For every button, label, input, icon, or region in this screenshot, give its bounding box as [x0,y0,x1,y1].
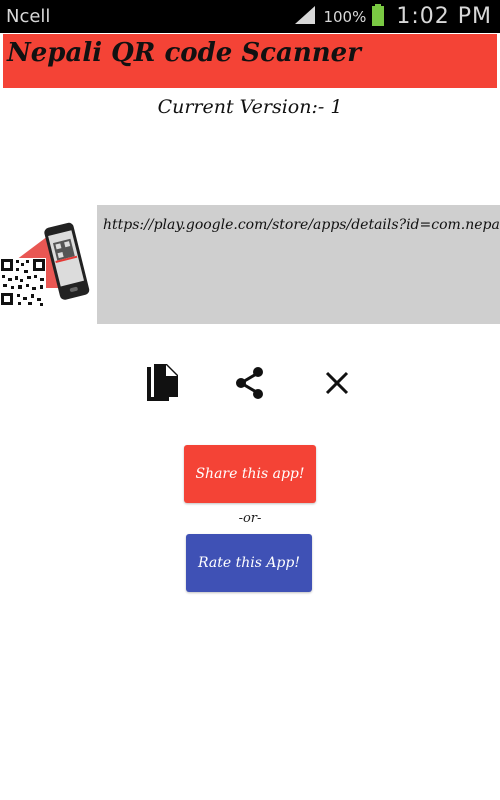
close-icon[interactable] [318,364,356,402]
signal-icon [295,5,317,28]
battery-percent: 100% [323,7,367,26]
scan-result-area[interactable]: https://play.google.com/store/apps/detai… [97,205,500,324]
rate-app-button[interactable]: Rate this App! [186,534,312,592]
or-separator: -or- [238,511,262,526]
copy-icon[interactable] [143,364,181,402]
app-title: Nepali QR code Scanner [7,38,361,68]
version-label: Current Version:- 1 [157,96,343,118]
status-bar: Ncell 100% 1:02 PM [0,0,500,33]
battery-icon [372,3,385,30]
share-icon[interactable] [231,364,269,402]
carrier-name: Ncell [6,6,51,27]
title-banner: Nepali QR code Scanner [3,34,497,88]
clock: 1:02 PM [396,4,492,29]
share-app-button[interactable]: Share this app! [184,445,316,503]
qr-scanner-image [0,218,92,310]
status-indicators: 100% 1:02 PM [295,0,492,33]
scan-result-text[interactable]: https://play.google.com/store/apps/detai… [103,217,500,233]
